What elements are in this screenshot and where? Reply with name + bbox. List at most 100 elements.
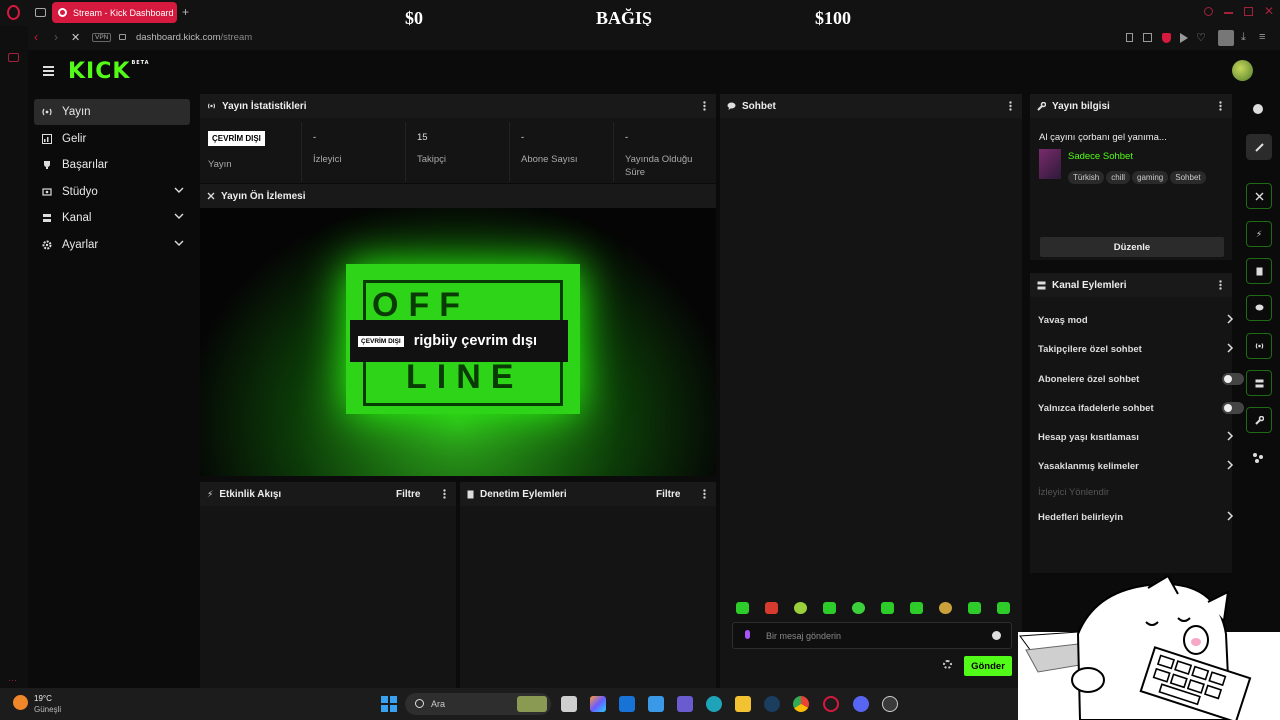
microphone-icon[interactable] [745, 630, 750, 639]
opera-taskbar-icon[interactable] [823, 696, 839, 712]
tag[interactable]: chill [1106, 171, 1131, 184]
edit-icon[interactable] [1246, 134, 1272, 160]
vpn-badge[interactable]: VPN [92, 33, 112, 42]
task-view-icon[interactable] [561, 696, 577, 712]
obs-icon[interactable] [882, 696, 898, 712]
taskbar-search[interactable]: Ara [405, 693, 551, 715]
extension-icon[interactable] [8, 53, 19, 62]
filter-button[interactable]: Filtre [656, 489, 680, 500]
channel-icon[interactable] [1246, 370, 1272, 396]
download-icon[interactable]: ⤓ [1241, 31, 1246, 44]
tab-kick-dashboard[interactable]: Stream - Kick Dashboard [52, 2, 177, 23]
layout-icon[interactable] [1253, 453, 1263, 463]
store-icon[interactable] [648, 696, 664, 712]
chevron-down-icon[interactable] [174, 213, 184, 220]
sidebar-more-icon[interactable]: ··· [8, 675, 17, 685]
banned-words-row[interactable]: Yasaklanmış kelimeler [1038, 460, 1234, 472]
account-age-row[interactable]: Hesap yaşı kısıtlaması [1038, 431, 1234, 443]
teams-icon[interactable] [677, 696, 693, 712]
kick-logo[interactable]: KICKBETA [68, 59, 150, 84]
expand-icon [207, 192, 215, 200]
search-tabs-icon[interactable] [1204, 7, 1213, 16]
chevron-down-icon[interactable] [174, 240, 184, 247]
file-explorer-icon[interactable] [735, 696, 751, 712]
sidebar-item-achievements[interactable]: Başarılar [34, 152, 190, 178]
emote-icon[interactable] [823, 602, 836, 614]
lightning-icon[interactable]: ⚡ [1246, 221, 1272, 247]
chat-input[interactable]: Bir mesaj gönderin [732, 622, 1012, 649]
emote-icon[interactable] [736, 602, 749, 614]
chrome-icon[interactable] [793, 696, 809, 712]
chat-bubble-icon[interactable] [1246, 295, 1272, 321]
edge-icon[interactable] [706, 696, 722, 712]
filter-button[interactable]: Filtre [396, 489, 420, 500]
weather-icon[interactable] [13, 695, 28, 710]
opera-menu-icon[interactable] [7, 5, 20, 20]
emote-icon[interactable] [939, 602, 952, 614]
wrench-icon[interactable] [1246, 407, 1272, 433]
stop-loading-button[interactable]: ✕ [71, 31, 80, 44]
emote-icon[interactable] [881, 602, 894, 614]
more-options-icon[interactable] [443, 489, 446, 499]
sidebar-item-stream[interactable]: Yayın [34, 99, 190, 125]
url-field[interactable]: dashboard.kick.com/stream [136, 32, 252, 43]
tab-manager-icon[interactable] [35, 8, 46, 17]
menu-icon[interactable]: ≡ [1259, 31, 1265, 43]
more-options-icon[interactable] [1009, 101, 1012, 111]
set-goals-row[interactable]: Hedefleri belirleyin [1038, 511, 1234, 523]
shield-icon[interactable] [1162, 33, 1171, 43]
followers-only-row[interactable]: Takipçilere özel sohbet [1038, 343, 1234, 355]
chat-settings-icon[interactable] [943, 660, 952, 669]
info-icon[interactable] [1253, 104, 1263, 114]
panel-header: Yayın bilgisi [1030, 94, 1232, 118]
emote-icon[interactable] [968, 602, 981, 614]
maximize-button[interactable] [1244, 7, 1253, 16]
emoji-icon[interactable] [992, 631, 1001, 640]
discord-icon[interactable] [853, 696, 869, 712]
snapshot-icon[interactable] [1143, 33, 1152, 42]
start-button[interactable] [381, 696, 397, 712]
preview-icon[interactable] [1246, 183, 1272, 209]
edit-button[interactable]: Düzenle [1040, 237, 1224, 257]
heart-icon[interactable]: ♡ [1196, 31, 1206, 44]
close-window-button[interactable]: ✕ [1264, 4, 1274, 18]
broadcast-icon[interactable] [1246, 333, 1272, 359]
sidebar-item-channel[interactable]: Kanal [34, 205, 190, 231]
document-icon[interactable] [1246, 258, 1272, 284]
user-avatar[interactable] [1232, 60, 1253, 81]
forward-button[interactable]: › [54, 30, 58, 44]
sidebar-item-revenue[interactable]: Gelir [34, 126, 190, 152]
new-tab-button[interactable]: + [182, 5, 189, 19]
panel-title: Yayın İstatistikleri [222, 100, 307, 112]
send-button[interactable]: Gönder [964, 656, 1012, 676]
profile-icon[interactable] [1218, 30, 1234, 46]
steam-icon[interactable] [764, 696, 780, 712]
tag[interactable]: Türkish [1068, 171, 1105, 184]
stream-preview[interactable]: OFF LINE ÇEVRİM DIŞI rigbiiy çevrim dışı [200, 208, 716, 476]
sidebar-item-settings[interactable]: Ayarlar [34, 232, 190, 258]
more-options-icon[interactable] [1219, 280, 1222, 290]
tag[interactable]: Sohbet [1170, 171, 1206, 184]
slow-mode-row[interactable]: Yavaş mod [1038, 314, 1234, 326]
chevron-down-icon[interactable] [174, 187, 184, 194]
emote-icon[interactable] [794, 602, 807, 614]
more-options-icon[interactable] [1219, 101, 1222, 111]
back-button[interactable]: ‹ [34, 30, 38, 44]
category-name[interactable]: Sadece Sohbet [1068, 151, 1133, 162]
minimize-button[interactable] [1224, 12, 1233, 14]
more-options-icon[interactable] [703, 101, 706, 111]
more-options-icon[interactable] [703, 489, 706, 499]
emote-icon[interactable] [765, 602, 778, 614]
sidebar-item-studio[interactable]: Stüdyo [34, 179, 190, 205]
tag[interactable]: gaming [1132, 171, 1169, 184]
outlook-icon[interactable] [619, 696, 635, 712]
channel-icon [1037, 281, 1046, 290]
bookmark-icon[interactable] [1126, 33, 1133, 42]
emote-icon[interactable] [997, 602, 1010, 614]
stat-value: - [313, 132, 317, 143]
emote-icon[interactable] [852, 602, 865, 614]
copilot-icon[interactable] [590, 696, 606, 712]
hamburger-icon[interactable] [43, 66, 54, 76]
play-icon[interactable] [1180, 33, 1188, 43]
emote-icon[interactable] [910, 602, 923, 614]
